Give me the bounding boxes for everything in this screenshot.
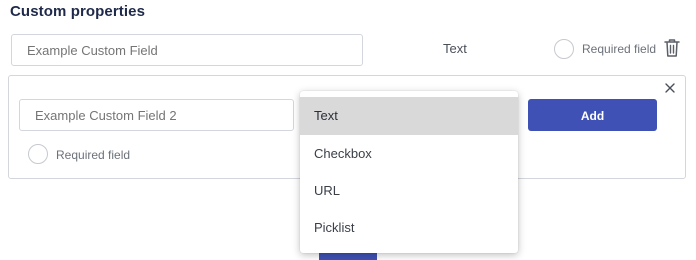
menu-item-url[interactable]: URL xyxy=(300,172,518,210)
new-required-field-label: Required field xyxy=(56,148,131,162)
new-required-field-radio[interactable] xyxy=(28,144,48,164)
new-custom-field-name-input[interactable] xyxy=(19,99,294,131)
trash-icon[interactable] xyxy=(664,38,680,58)
field-type-dropdown-menu: Text Checkbox URL Picklist xyxy=(300,91,518,253)
required-field-radio[interactable] xyxy=(554,39,574,59)
menu-item-checkbox[interactable]: Checkbox xyxy=(300,135,518,173)
save-button-partial[interactable] xyxy=(319,253,377,260)
custom-properties-panel: Custom properties Text Required field Re… xyxy=(0,0,696,260)
add-button[interactable]: Add xyxy=(528,99,657,131)
close-icon[interactable] xyxy=(664,82,676,94)
menu-item-text[interactable]: Text xyxy=(300,97,518,135)
required-field-label: Required field xyxy=(582,42,657,56)
field-type-label[interactable]: Text xyxy=(443,41,467,56)
custom-field-name-input[interactable] xyxy=(11,34,363,66)
menu-item-picklist[interactable]: Picklist xyxy=(300,209,518,247)
section-title: Custom properties xyxy=(10,3,146,20)
